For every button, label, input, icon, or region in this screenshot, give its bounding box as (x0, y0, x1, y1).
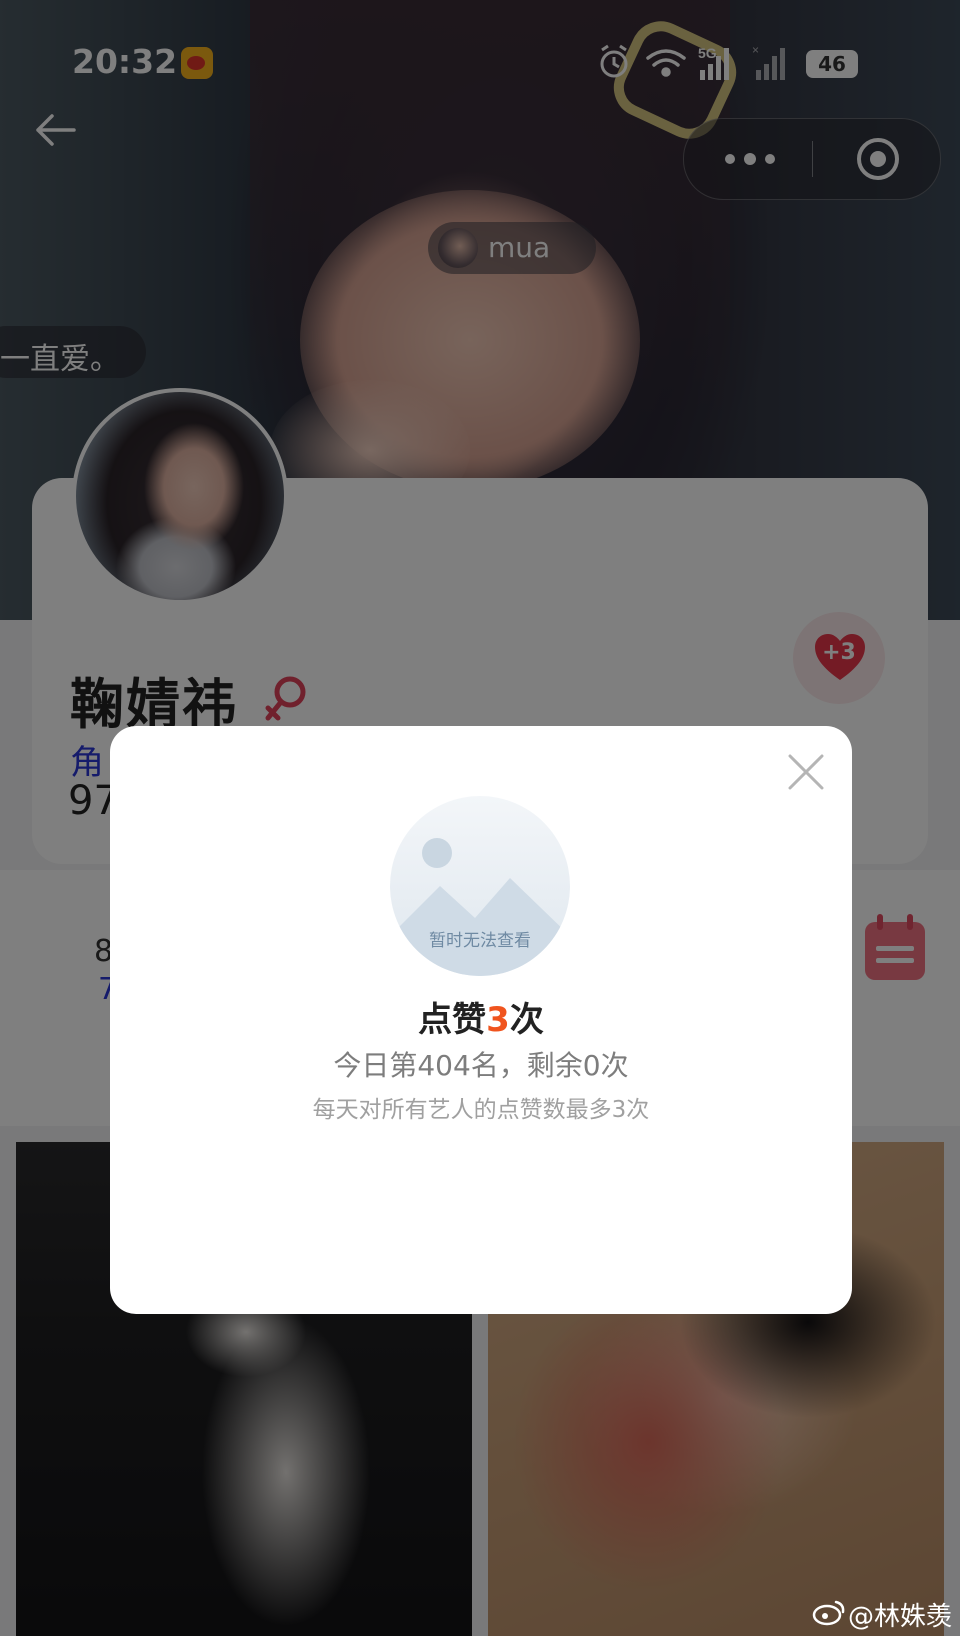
watermark-text: @林姝羡 (848, 1602, 953, 1632)
mountain-icon (390, 878, 570, 976)
rule-text: 每天对所有艺人的点赞数最多3次 (312, 1097, 650, 1123)
like-result-modal: 暂时无法查看 点赞3次 今日第404名，剩余0次 每天对所有艺人的点赞数最多3次 (110, 726, 852, 1314)
weibo-logo-icon (812, 1600, 845, 1626)
close-icon[interactable] (784, 750, 828, 794)
image-placeholder: 暂时无法查看 (390, 796, 570, 976)
modal-title: 点赞3次 (418, 1000, 544, 1040)
like-count: 3 (486, 1000, 510, 1040)
rank-text: 今日第404名，剩余0次 (333, 1049, 629, 1082)
image-unavailable-text: 暂时无法查看 (429, 931, 531, 951)
